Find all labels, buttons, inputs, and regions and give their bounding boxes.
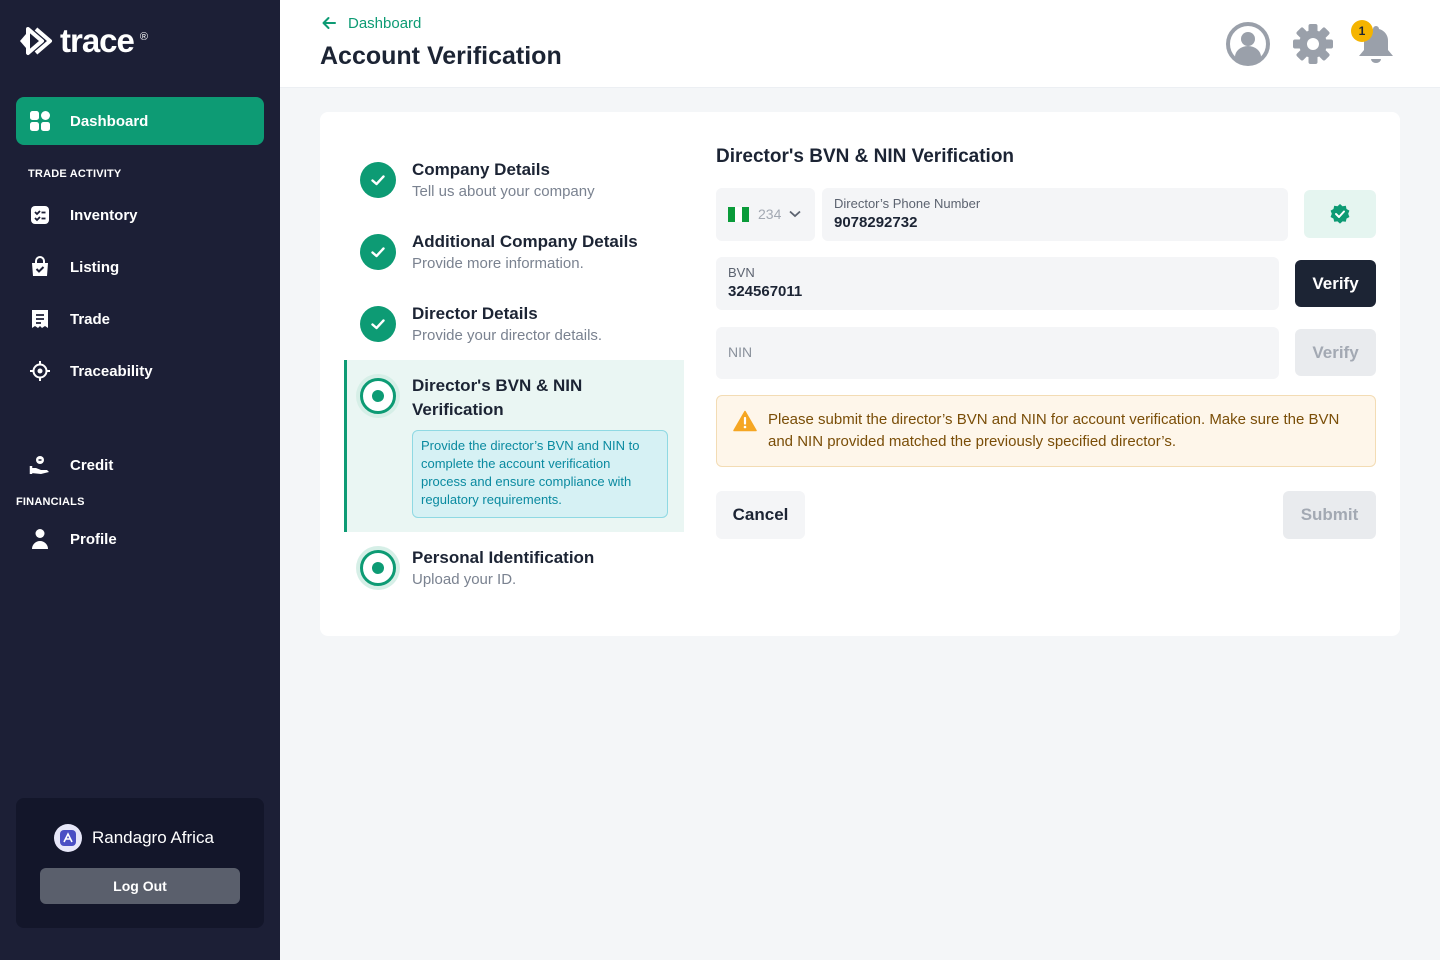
user-icon [32,529,48,549]
sidebar-item-label: Dashboard [70,112,149,130]
sidebar-item-label: Inventory [70,206,138,224]
target-icon [30,361,50,381]
step-complete-icon [360,162,396,198]
sidebar-item-label: Listing [70,258,120,276]
verify-bvn-button[interactable]: Verify [1295,260,1376,307]
phone-value: 9078292732 [834,214,918,231]
sidebar-item-traceability[interactable]: Traceability [16,347,264,395]
step-complete-icon [360,306,396,342]
step-subtitle: Provide more information. [412,255,584,272]
submit-button[interactable]: Submit [1283,491,1376,539]
step-title: Company Details [412,160,550,179]
shopping-bag-icon [32,256,48,276]
cancel-button[interactable]: Cancel [716,491,805,539]
warning-text: Please submit the director’s BVN and NIN… [768,411,1340,450]
phone-verified-badge [1304,190,1376,238]
company-avatar [54,824,82,852]
bvn-label: BVN [728,265,755,280]
page-title: Account Verification [320,42,562,70]
step-pending-icon [360,550,396,586]
step-title: Personal Identification [412,548,595,567]
country-code: 234 [758,206,782,222]
warning-icon [733,410,757,432]
sidebar-item-label: Traceability [70,362,153,380]
sidebar-item-label: Credit [70,456,114,474]
step-current-icon [360,378,396,414]
sidebar-item-dashboard[interactable]: Dashboard [16,97,264,145]
dashboard-grid-icon [30,111,50,131]
phone-label: Director’s Phone Number [834,196,981,211]
warning-alert: Please submit the director’s BVN and NIN… [716,395,1376,467]
section-label-financials: FINANCIALS [16,496,85,508]
sidebar-item-label: Trade [70,310,111,328]
nin-placeholder: NIN [728,344,753,360]
sidebar-item-credit[interactable]: Credit [16,441,264,489]
director-phone-field[interactable]: Director’s Phone Number 9078292732 [822,188,1288,241]
step-title: Director's BVN & NIN Verification [412,376,583,419]
logout-button[interactable]: Log Out [40,868,240,904]
step-subtitle: Tell us about your company [412,183,595,200]
nigeria-flag-icon [728,207,749,222]
chevron-down-icon [789,210,801,218]
back-link-label: Dashboard [348,14,422,32]
receipt-icon [32,310,48,328]
credit-hand-icon [29,456,49,474]
form-title: Director's BVN & NIN Verification [716,146,1015,167]
inventory-icon [31,206,49,224]
arrow-left-icon [322,17,336,29]
sidebar-item-inventory[interactable]: Inventory [16,191,264,239]
account-info: Randagro Africa [54,824,214,852]
step-subtitle: Provide your director details. [412,327,603,344]
step-title: Director Details [412,304,538,323]
sidebar-item-listing[interactable]: Listing [16,243,264,291]
back-link[interactable]: Dashboard [320,14,421,32]
brand-logo[interactable]: trace ® [16,22,148,60]
company-logo-icon [60,830,76,846]
notification-badge: 1 [1351,20,1373,42]
step-title: Additional Company Details [412,232,638,251]
account-panel: Randagro Africa Log Out [16,798,264,928]
brand-name: trace [60,22,135,59]
sidebar: trace ® Dashboard TRADE ACTIVITY Invento… [0,0,280,960]
gear-icon[interactable] [1291,22,1335,66]
account-name: Randagro Africa [92,828,214,847]
verification-card: Company Details Tell us about your compa… [320,112,1400,636]
user-avatar-icon[interactable] [1226,22,1270,66]
nin-field[interactable]: NIN [716,327,1279,379]
sidebar-item-trade[interactable]: Trade [16,295,264,343]
trace-logo-icon [20,27,52,55]
verified-badge-icon [1330,204,1350,224]
verify-nin-button[interactable]: Verify [1295,329,1376,376]
step-subtitle: Upload your ID. [412,571,517,588]
bvn-field[interactable]: BVN 324567011 [716,257,1279,310]
step-complete-icon [360,234,396,270]
country-code-select[interactable]: 234 [716,188,815,241]
step-hint: Provide the director’s BVN and NIN to co… [412,430,668,518]
section-label-trade-activity: TRADE ACTIVITY [28,168,122,180]
registered-mark: ® [139,31,148,43]
sidebar-item-profile[interactable]: Profile [16,515,264,563]
bvn-value: 324567011 [728,283,803,300]
sidebar-item-label: Profile [70,530,117,548]
